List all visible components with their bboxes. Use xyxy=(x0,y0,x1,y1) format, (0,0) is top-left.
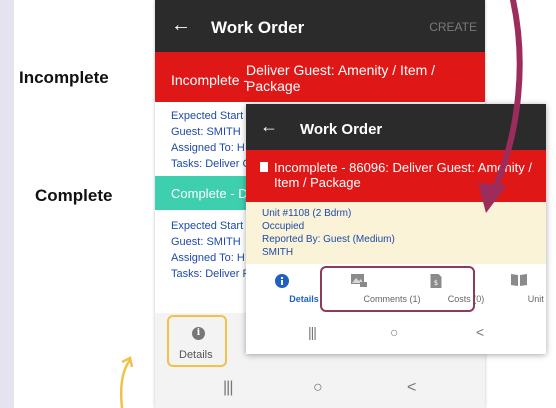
work-order-title: Deliver Guest: Amenity / Item / Package xyxy=(246,62,436,94)
book-icon xyxy=(511,274,527,286)
details-tab[interactable]: i Details xyxy=(167,315,227,367)
detail-line: Assigned To: H xyxy=(171,142,245,154)
status-prefix: Incomplete - xyxy=(171,72,249,88)
tab-label: Unit Notes (0 xyxy=(527,294,546,304)
left-margin-strip xyxy=(0,0,14,408)
detail-line: Tasks: Deliver F xyxy=(171,268,250,280)
complete-details: Expected Start Guest: SMITH Assigned To:… xyxy=(171,218,249,282)
back-arrow-icon[interactable]: ← xyxy=(260,116,278,137)
home-nav-button[interactable]: ○ xyxy=(313,379,323,397)
app-header: ← Work Order xyxy=(246,104,546,150)
back-nav-button[interactable]: < xyxy=(407,379,416,397)
complete-caption: Complete xyxy=(35,186,113,205)
yellow-arrowhead xyxy=(121,356,134,368)
incomplete-details: Expected Start Guest: SMITH Assigned To:… xyxy=(171,108,250,172)
page-title: Work Order xyxy=(211,18,305,37)
app-header: ← Work Order CREATE xyxy=(155,0,485,52)
detail-line: Assigned To: H xyxy=(171,252,245,264)
create-button[interactable]: CREATE xyxy=(429,20,477,34)
incomplete-caption: Incomplete xyxy=(19,68,109,87)
work-order-status-banner: Incomplete - 86096: Deliver Guest: Ameni… xyxy=(246,150,546,202)
detail-line: Tasks: Deliver C xyxy=(171,158,251,170)
home-nav-button[interactable]: ○ xyxy=(390,324,398,340)
info-icon xyxy=(275,274,289,288)
recents-nav-button[interactable]: ||| xyxy=(223,379,234,397)
work-order-title: Incomplete - 86096: Deliver Guest: Ameni… xyxy=(274,160,532,190)
back-arrow-icon[interactable]: ← xyxy=(171,14,191,37)
unit-line: Unit #1108 (2 Bdrm) xyxy=(262,208,352,219)
detail-line: Expected Start xyxy=(171,110,244,122)
reported-by-line: Reported By: Guest (Medium) xyxy=(262,234,395,245)
unit-info-panel: Unit #1108 (2 Bdrm) Occupied Reported By… xyxy=(246,202,546,264)
comments-costs-highlight xyxy=(320,266,475,312)
work-order-title: Complete - D xyxy=(171,186,248,201)
details-label: Details xyxy=(179,349,213,361)
tab-unit-notes[interactable]: Unit Notes (0 xyxy=(484,264,546,312)
detail-line: Expected Start xyxy=(171,220,244,232)
document-icon xyxy=(260,162,268,172)
yellow-curved-arrow xyxy=(119,359,132,408)
guest-line: SMITH xyxy=(262,247,294,258)
detail-line: Guest: SMITH xyxy=(171,236,241,248)
tab-details[interactable]: Details xyxy=(260,264,319,312)
back-nav-button[interactable]: < xyxy=(476,324,484,340)
recents-nav-button[interactable]: ||| xyxy=(308,324,317,340)
front-phone-screen: ← Work Order Incomplete - 86096: Deliver… xyxy=(246,104,546,354)
page-title: Work Order xyxy=(300,121,383,138)
occupancy-line: Occupied xyxy=(262,221,305,232)
incomplete-work-order-card[interactable]: Incomplete - Deliver Guest: Amenity / It… xyxy=(155,52,485,102)
system-nav-bar: ||| ○ < xyxy=(246,312,546,354)
info-icon: i xyxy=(192,327,205,340)
detail-line: Guest: SMITH xyxy=(171,126,241,138)
